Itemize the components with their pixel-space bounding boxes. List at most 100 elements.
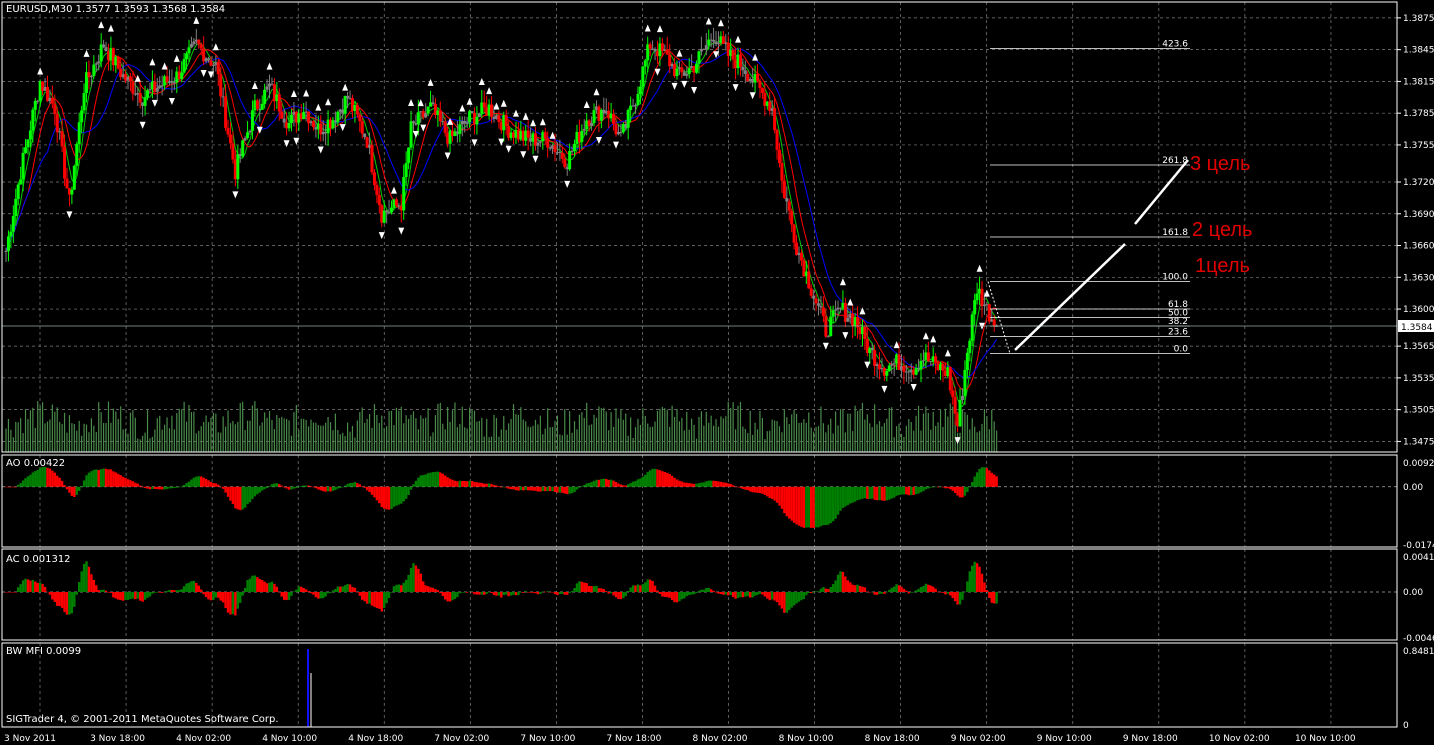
bar-body-51 xyxy=(128,76,132,82)
ao-bar-226 xyxy=(556,486,559,493)
ac-bar-214 xyxy=(526,592,530,593)
ao-bar-265 xyxy=(651,468,654,487)
ac-bar-207 xyxy=(509,592,513,596)
ao-bar-59 xyxy=(148,486,152,490)
bar-body-146 xyxy=(360,121,364,134)
bar-body-150 xyxy=(370,144,374,173)
ao-bar-170 xyxy=(419,475,422,487)
ao-bar-99 xyxy=(246,486,249,505)
bar-body-237 xyxy=(582,129,586,131)
ao-bar-119 xyxy=(295,486,298,489)
ac-bar-104 xyxy=(258,578,261,592)
ao-bar-291 xyxy=(714,480,718,487)
ac-bar-178 xyxy=(439,592,442,594)
ao-bar-284 xyxy=(697,483,701,487)
bar-body-229 xyxy=(563,158,567,168)
ac-bar-136 xyxy=(336,586,340,592)
fractal-down-372 xyxy=(910,383,917,391)
bar-body-258 xyxy=(634,105,638,107)
ac-bar-317 xyxy=(778,592,781,606)
ao-bar-392 xyxy=(961,486,964,498)
ao-bar-52 xyxy=(131,481,135,487)
bar-body-330 xyxy=(809,288,813,296)
ao-bar-2 xyxy=(9,486,13,488)
ac-bar-328 xyxy=(805,592,808,596)
ao-bar-73 xyxy=(182,484,186,487)
ao-bar-359 xyxy=(880,486,884,501)
ac-bar-28 xyxy=(73,592,76,607)
ao-histogram xyxy=(4,466,998,528)
fractal-up-343 xyxy=(839,278,846,286)
ao-bar-310 xyxy=(761,486,764,494)
ao-bar-293 xyxy=(719,481,723,487)
ao-bar-41 xyxy=(104,468,108,487)
ao-bar-47 xyxy=(119,475,122,487)
ao-bar-347 xyxy=(851,486,854,503)
ao-bar-35 xyxy=(90,471,93,487)
ao-bar-196 xyxy=(483,483,486,487)
ao-bar-17 xyxy=(46,467,49,487)
ac-bar-27 xyxy=(70,592,74,614)
ao-bar-29 xyxy=(75,486,78,495)
ac-bar-356 xyxy=(873,592,876,595)
fractal-down-344 xyxy=(842,332,849,340)
ac-bar-33 xyxy=(85,561,88,592)
ac-bar-119 xyxy=(295,589,298,592)
bar-body-84 xyxy=(209,60,213,66)
ac-bar-294 xyxy=(722,592,725,595)
ao-bar-323 xyxy=(792,486,796,523)
ao-bar-306 xyxy=(751,486,754,493)
bar-body-335 xyxy=(821,307,825,317)
bar-body-342 xyxy=(838,307,842,309)
ac-bar-66 xyxy=(165,591,169,592)
bar-body-164 xyxy=(404,163,408,178)
ac-bar-57 xyxy=(143,592,147,600)
fractal-up-102 xyxy=(251,81,258,89)
ac-bar-303 xyxy=(744,592,747,597)
ac-bar-320 xyxy=(785,592,788,613)
ac-bar-176 xyxy=(434,589,437,592)
ac-bar-168 xyxy=(414,565,418,592)
ao-bar-203 xyxy=(500,486,503,488)
ac-bar-278 xyxy=(683,592,686,599)
ao-bar-256 xyxy=(629,482,632,487)
ac-bar-59 xyxy=(148,592,152,597)
time-label-7: 7 Nov 18:00 xyxy=(606,734,661,744)
ac-bar-245 xyxy=(602,589,605,592)
ac-bar-117 xyxy=(290,592,293,596)
fractal-up-377 xyxy=(922,332,929,340)
ac-bar-179 xyxy=(441,592,444,597)
bar-body-69 xyxy=(172,82,176,84)
bar-body-391 xyxy=(958,400,962,427)
ao-bar-396 xyxy=(971,481,974,487)
ao-bar-352 xyxy=(863,486,867,499)
target-label-1: 1цель xyxy=(1195,255,1250,277)
ao-bar-84 xyxy=(209,481,213,487)
ac-bar-44 xyxy=(112,592,115,598)
ao-bar-270 xyxy=(663,471,666,487)
fractal-up-65 xyxy=(161,62,168,70)
bar-body-339 xyxy=(831,310,835,317)
price-tick-label-1: 1.3845 xyxy=(1403,46,1434,56)
chart-canvas[interactable]: 0.023.638.250.061.8100.0161.8261.8423.6 … xyxy=(0,0,1434,745)
ac-bar-199 xyxy=(490,592,493,594)
ac-bar-341 xyxy=(836,574,840,592)
ao-bar-38 xyxy=(97,470,100,487)
ao-bar-360 xyxy=(883,486,886,501)
ao-bar-49 xyxy=(124,477,127,487)
ao-bar-120 xyxy=(297,486,300,488)
ac-bar-4 xyxy=(14,592,17,593)
ao-bar-92 xyxy=(229,486,232,501)
ac-bar-35 xyxy=(90,574,93,592)
ac-bar-389 xyxy=(953,592,957,602)
ao-bar-406 xyxy=(995,476,998,487)
ao-bar-168 xyxy=(414,480,418,487)
ao-bar-320 xyxy=(785,486,788,517)
ao-bar-27 xyxy=(70,486,74,496)
bar-body-225 xyxy=(553,145,557,153)
ao-bar-269 xyxy=(661,471,664,487)
bar-body-395 xyxy=(968,340,972,353)
bar-body-19 xyxy=(50,97,54,104)
ac-bar-243 xyxy=(597,588,601,592)
ac-bar-212 xyxy=(522,592,525,593)
